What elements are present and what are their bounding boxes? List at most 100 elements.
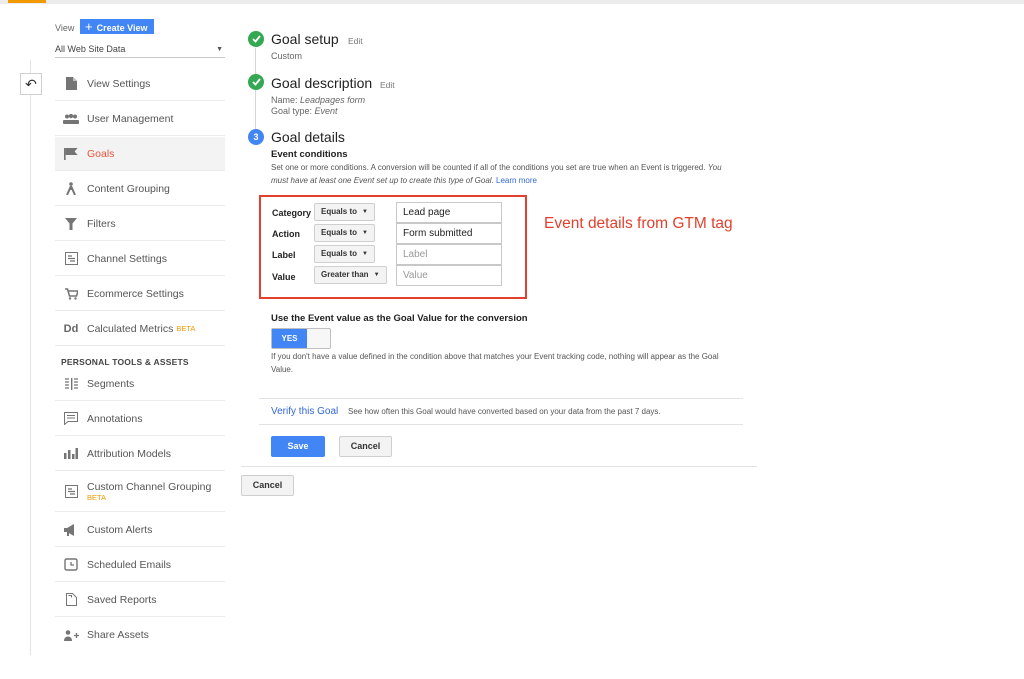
sidebar-item-label: Custom Channel Grouping xyxy=(87,481,212,493)
sidebar-item-label: User Management xyxy=(87,112,174,125)
condition-label-value: Value xyxy=(272,272,296,282)
megaphone-icon xyxy=(55,523,87,536)
condition-input-label[interactable]: Label xyxy=(396,244,502,265)
comment-icon xyxy=(55,412,87,425)
chevron-down-icon: ▼ xyxy=(362,209,368,215)
sidebar-item-user-management[interactable]: User Management xyxy=(55,102,225,136)
sidebar-item-label: Annotations xyxy=(87,412,143,425)
goal-description-edit-link[interactable]: Edit xyxy=(380,80,395,90)
sidebar-item-label: Filters xyxy=(87,217,116,230)
sidebar-item-custom-alerts[interactable]: Custom Alerts xyxy=(55,513,225,547)
plus-icon: + xyxy=(85,19,93,34)
left-frame-line xyxy=(30,60,31,655)
sidebar-item-calculated-metrics[interactable]: Dd Calculated Metrics BETA xyxy=(55,312,225,346)
sidebar-item-label: Custom Alerts xyxy=(87,523,153,536)
goal-type-value: Event xyxy=(314,106,338,116)
goal-type-prefix: Goal type: xyxy=(271,106,313,116)
condition-input-value[interactable]: Value xyxy=(396,265,502,286)
top-bar-accent xyxy=(8,0,46,3)
step-connector xyxy=(255,90,256,130)
verify-goal-description: See how often this Goal would have conve… xyxy=(348,407,661,416)
sidebar-item-content-grouping[interactable]: Content Grouping xyxy=(55,172,225,206)
use-event-value-toggle[interactable]: YES xyxy=(271,328,331,349)
view-select[interactable]: All Web Site Data ▼ xyxy=(55,44,225,58)
beta-badge: BETA xyxy=(176,324,196,333)
sidebar-item-annotations[interactable]: Annotations xyxy=(55,402,225,436)
operator-value: Equals to xyxy=(321,228,358,237)
segments-icon xyxy=(55,377,87,390)
chevron-down-icon: ▼ xyxy=(373,272,380,278)
use-event-value-title: Use the Event value as the Goal Value fo… xyxy=(271,313,528,324)
sidebar-item-channel-settings[interactable]: Channel Settings xyxy=(55,242,225,276)
channel-icon xyxy=(55,485,87,498)
view-label: View xyxy=(55,23,75,33)
condition-label-category: Category xyxy=(272,208,312,218)
sidebar-item-view-settings[interactable]: View Settings xyxy=(55,67,225,101)
flag-icon xyxy=(55,147,87,160)
goal-details-title: Goal details xyxy=(271,129,345,145)
operator-value: Greater than xyxy=(321,270,369,279)
save-button[interactable]: Save xyxy=(271,436,325,457)
condition-input-action[interactable]: Form submitted xyxy=(396,223,502,244)
sidebar-item-label: Share Assets xyxy=(87,629,149,641)
condition-input-category[interactable]: Lead page conversion xyxy=(396,202,502,237)
cancel-button[interactable]: Cancel xyxy=(339,436,392,457)
check-icon xyxy=(248,74,264,90)
beta-badge: BETA xyxy=(87,493,107,502)
goal-name-line: Name: Leadpages form xyxy=(271,95,365,106)
chevron-down-icon: ▼ xyxy=(362,230,368,236)
sidebar-item-label: Content Grouping xyxy=(87,182,170,195)
goal-setup-edit-link[interactable]: Edit xyxy=(348,36,363,46)
person-walking-icon xyxy=(55,182,87,195)
section-header-personal-tools: PERSONAL TOOLS & ASSETS xyxy=(61,357,189,367)
operator-select-category[interactable]: Equals to ▼ xyxy=(314,203,375,221)
step-number-badge: 3 xyxy=(248,129,264,145)
toggle-on-label: YES xyxy=(272,329,307,348)
sidebar-item-label: Ecommerce Settings xyxy=(87,287,184,300)
divider xyxy=(241,466,757,467)
dd-icon: Dd xyxy=(63,322,79,335)
sidebar-item-label: View Settings xyxy=(87,77,151,90)
sidebar-item-custom-channel-grouping[interactable]: Custom Channel Grouping BETA xyxy=(55,472,225,512)
sidebar-item-goals[interactable]: Goals xyxy=(55,137,225,171)
operator-select-action[interactable]: Equals to ▼ xyxy=(314,224,375,242)
sidebar-item-filters[interactable]: Filters xyxy=(55,207,225,241)
operator-select-label[interactable]: Equals to ▼ xyxy=(314,245,375,263)
operator-value: Equals to xyxy=(321,207,358,216)
sidebar-item-segments[interactable]: Segments xyxy=(55,367,225,401)
sidebar-item-label: Attribution Models xyxy=(87,447,172,460)
sidebar-item-scheduled-emails[interactable]: Scheduled Emails xyxy=(55,548,225,582)
cart-icon xyxy=(55,287,87,300)
event-conditions-title: Event conditions xyxy=(271,149,348,160)
sidebar-item-saved-reports[interactable]: Saved Reports xyxy=(55,583,225,617)
verify-goal-link[interactable]: Verify this Goal xyxy=(271,406,338,417)
condition-label-action: Action xyxy=(272,229,300,239)
goal-type-line: Goal type: Event xyxy=(271,106,338,117)
sidebar-item-label: Segments xyxy=(87,377,135,390)
filter-icon xyxy=(55,217,87,230)
operator-value: Equals to xyxy=(321,249,358,258)
sidebar-item-label: Saved Reports xyxy=(87,593,157,606)
back-arrow-icon[interactable]: ↶ xyxy=(20,73,42,95)
create-view-button[interactable]: + Create View xyxy=(80,19,155,34)
sidebar-item-share-assets[interactable]: Share Assets xyxy=(55,618,225,652)
top-bar xyxy=(0,0,1024,4)
alarm-clock-icon xyxy=(55,558,87,571)
goal-setup-summary: Custom xyxy=(271,51,303,61)
event-conditions-text: Set one or more conditions. A conversion… xyxy=(271,163,706,172)
sidebar-item-attribution-models[interactable]: Attribution Models xyxy=(55,437,225,471)
channel-icon xyxy=(55,252,87,265)
learn-more-link[interactable]: Learn more xyxy=(496,176,537,185)
event-conditions-description: Set one or more conditions. A conversion… xyxy=(271,161,741,187)
condition-label-label: Label xyxy=(272,250,296,260)
people-icon xyxy=(55,113,87,124)
cancel-goal-button[interactable]: Cancel xyxy=(241,475,294,496)
goal-description-title: Goal description xyxy=(271,75,373,91)
sidebar-item-label: Calculated Metrics xyxy=(87,322,174,335)
sidebar-item-ecommerce-settings[interactable]: Ecommerce Settings xyxy=(55,277,225,311)
view-select-value: All Web Site Data xyxy=(55,44,126,54)
divider xyxy=(259,424,743,425)
operator-select-value[interactable]: Greater than ▼ xyxy=(314,266,387,284)
use-event-value-help: If you don't have a value defined in the… xyxy=(271,352,719,374)
goal-name-prefix: Name: xyxy=(271,95,298,105)
